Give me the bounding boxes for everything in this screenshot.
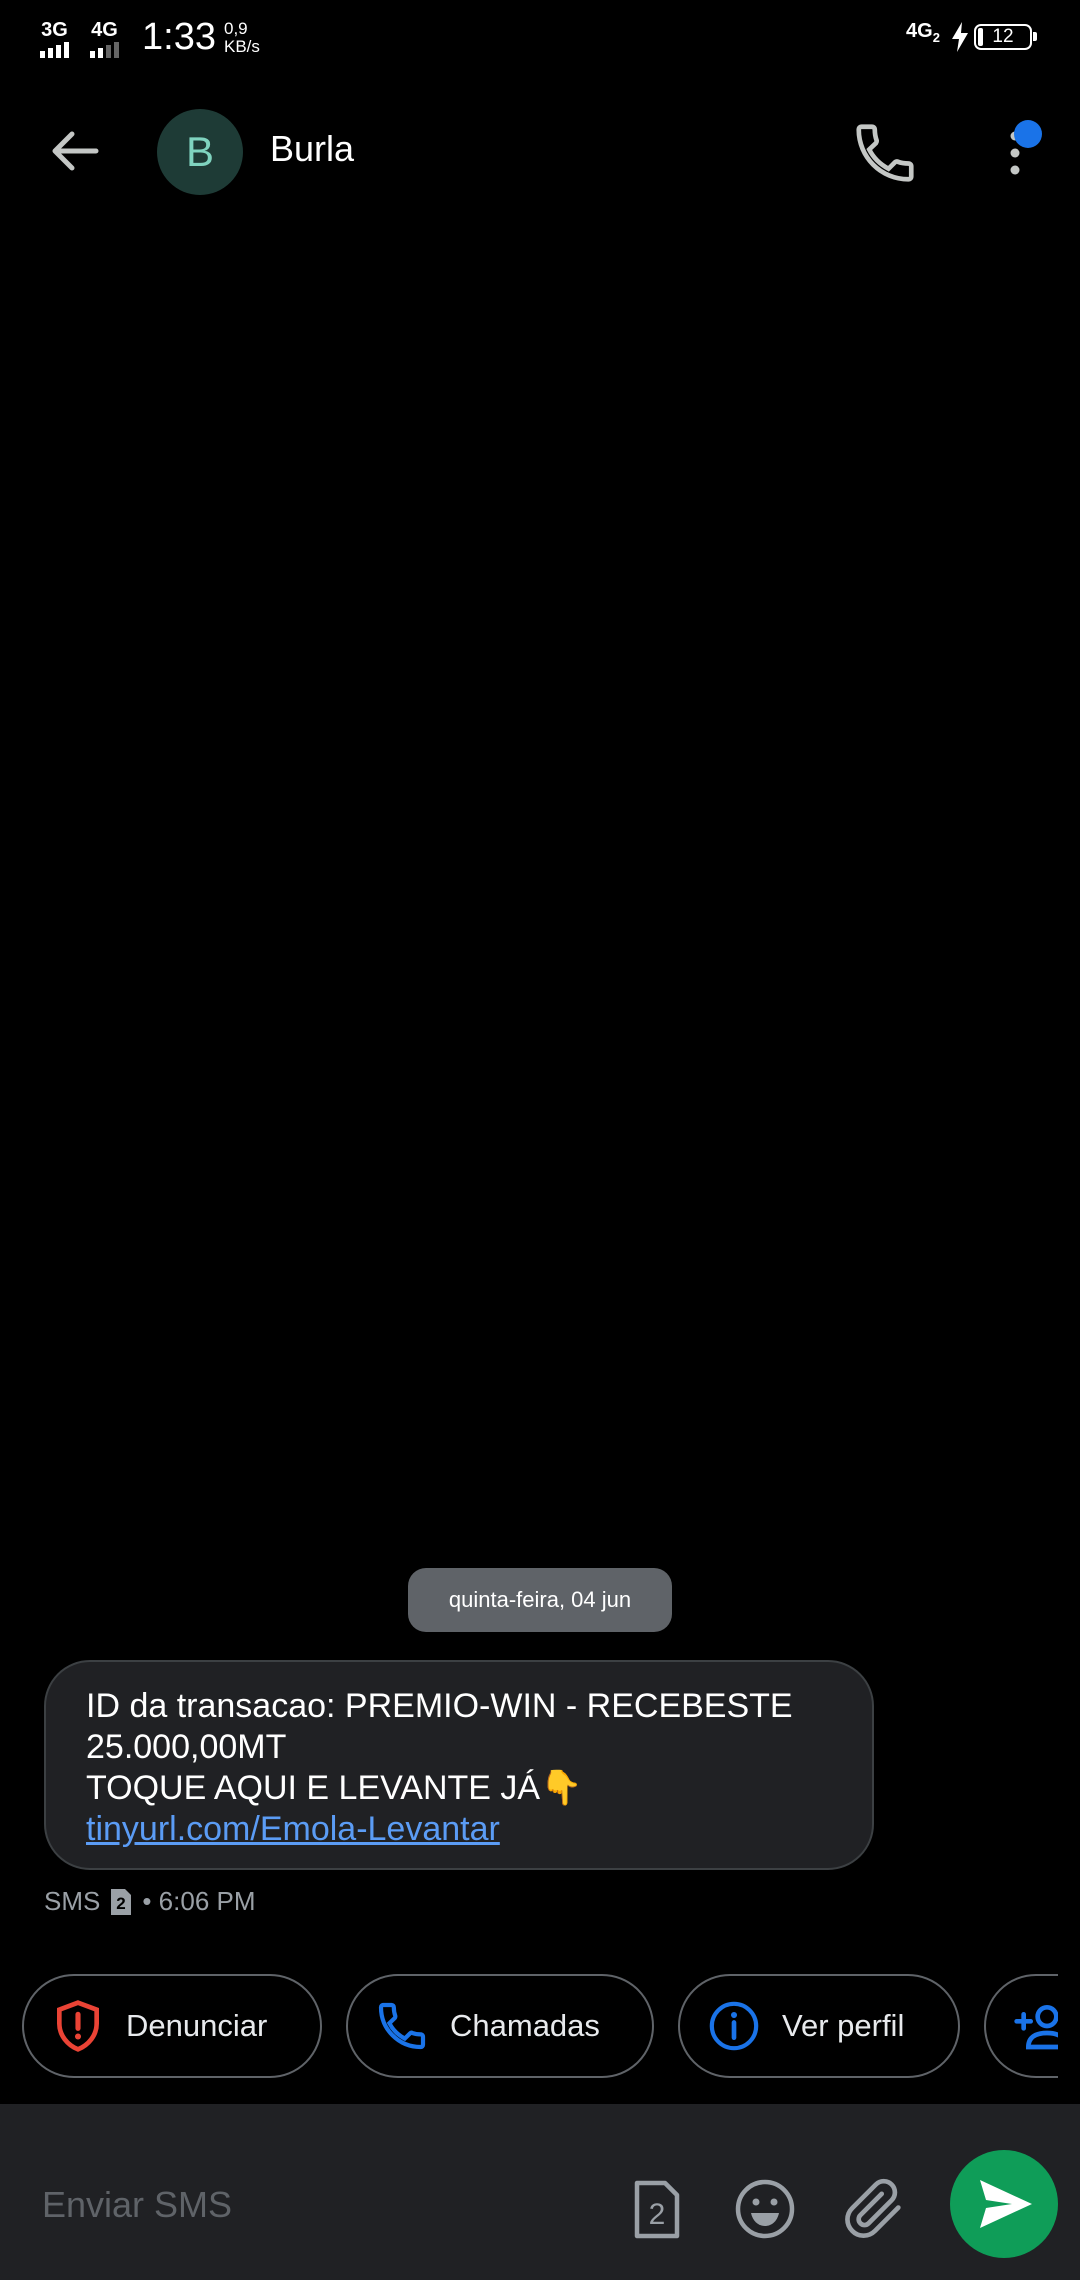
charging-icon: [952, 22, 968, 52]
sim-selector-icon[interactable]: 2: [621, 2174, 691, 2244]
conversation-header: B Burla: [0, 76, 1080, 226]
compose-bar: Enviar SMS 2: [0, 2104, 1080, 2280]
date-divider: quinta-feira, 04 jun: [408, 1568, 672, 1632]
message-meta: SMS 2 • 6:06 PM: [44, 1886, 256, 1917]
network-label: 3G: [41, 19, 68, 41]
shield-alert-icon: [57, 2000, 99, 2052]
network-speed: 0,9 KB/s: [224, 20, 260, 56]
message-link[interactable]: tinyurl.com/Emola-Levantar: [86, 1809, 832, 1850]
battery-level: 12: [992, 26, 1014, 47]
sim-card-icon: 2: [111, 1888, 132, 1915]
network-3g-indicator: 3G: [40, 20, 69, 58]
message-line: ID da transacao: PREMIO-WIN - RECEBESTE: [86, 1687, 793, 1725]
network-4g2-indicator: 4G2: [906, 20, 940, 45]
add-contact-icon: [1014, 2005, 1058, 2050]
signal-bars-icon: [90, 42, 119, 58]
view-profile-chip[interactable]: Ver perfil: [678, 1974, 960, 2078]
message-input[interactable]: Enviar SMS: [42, 2184, 232, 2226]
suggestion-chips: Denunciar Chamadas Ver perfil: [0, 1974, 1058, 2082]
battery-icon: 12: [974, 24, 1037, 50]
message-bubble[interactable]: ID da transacao: PREMIO-WIN - RECEBESTE …: [44, 1660, 874, 1870]
phone-icon[interactable]: [850, 118, 920, 188]
send-button[interactable]: [950, 2150, 1058, 2258]
sim-number: 2: [117, 1894, 126, 1913]
chip-label: Chamadas: [450, 2008, 600, 2043]
chip-label: Ver perfil: [782, 2008, 905, 2043]
speed-unit: KB/s: [224, 37, 260, 56]
message-line: 25.000,00MT: [86, 1728, 287, 1766]
chip-label: Denunciar: [126, 2008, 268, 2043]
info-icon: [709, 2001, 759, 2051]
clock: 1:33: [142, 16, 216, 58]
contact-avatar[interactable]: B: [157, 109, 243, 195]
message-line: TOQUE AQUI E LEVANTE JÁ👇: [86, 1769, 583, 1807]
status-bar: 3G 4G 1:33 0,9 KB/s 4G2 12: [0, 0, 1080, 76]
message-channel: SMS: [44, 1886, 101, 1916]
network-label: 4G: [906, 20, 933, 42]
phone-icon: [378, 2002, 426, 2050]
attachment-icon[interactable]: [840, 2174, 910, 2244]
speed-value: 0,9: [224, 19, 248, 38]
sim-number: 2: [649, 2198, 666, 2231]
signal-bars-icon: [40, 42, 69, 58]
back-arrow-icon[interactable]: [40, 116, 110, 186]
emoji-icon[interactable]: [730, 2174, 800, 2244]
message-time: • 6:06 PM: [142, 1886, 256, 1916]
network-sub-label: 2: [932, 30, 940, 45]
contact-name[interactable]: Burla: [270, 128, 354, 170]
report-spam-chip[interactable]: Denunciar: [22, 1974, 322, 2078]
send-icon: [980, 2180, 1032, 2228]
add-contact-chip[interactable]: [984, 1974, 1058, 2078]
network-4g-indicator: 4G: [90, 20, 119, 58]
calls-chip[interactable]: Chamadas: [346, 1974, 654, 2078]
network-label: 4G: [91, 19, 118, 41]
notification-badge: [1014, 120, 1042, 148]
